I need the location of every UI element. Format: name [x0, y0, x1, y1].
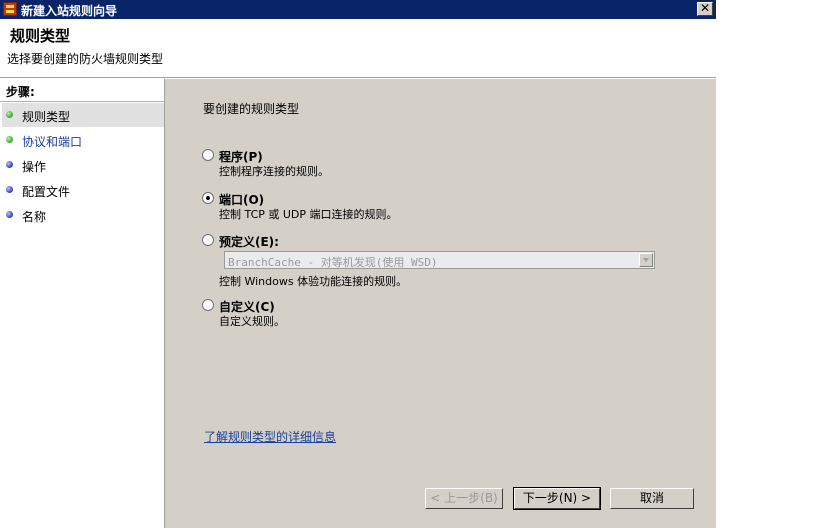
firewall-icon — [3, 2, 17, 16]
option-description: 控制 TCP 或 UDP 端口连接的规则。 — [219, 208, 398, 221]
step-profile: 配置文件 — [2, 178, 164, 202]
option-description: 自定义规则。 — [219, 315, 285, 328]
step-current-icon — [6, 111, 13, 118]
predefined-select-value: BranchCache - 对等机发现(使用 WSD) — [228, 256, 438, 269]
predefined-radio[interactable] — [202, 234, 214, 246]
wizard-header: 规则类型 选择要创建的防火墙规则类型 — [0, 19, 716, 78]
page-subtitle: 选择要创建的防火墙规则类型 — [7, 52, 164, 66]
steps-heading: 步骤: — [6, 85, 35, 99]
step-label: 协议和端口 — [22, 135, 83, 149]
chevron-down-icon[interactable] — [639, 253, 653, 267]
step-pending-icon — [6, 161, 13, 168]
step-label: 操作 — [22, 160, 47, 174]
step-pending-icon — [6, 186, 13, 193]
step-label: 名称 — [22, 210, 47, 224]
next-button[interactable]: 下一步(N) > — [513, 487, 601, 510]
back-button[interactable]: < 上一步(B) — [425, 488, 503, 509]
option-description: 控制 Windows 体验功能连接的规则。 — [219, 275, 408, 288]
step-protocol-ports[interactable]: 协议和端口 — [2, 128, 164, 152]
page-title: 规则类型 — [10, 27, 71, 45]
step-next-icon — [6, 136, 13, 143]
title-bar: 新建入站规则向导 ✕ — [0, 0, 716, 19]
cancel-button[interactable]: 取消 — [610, 488, 694, 509]
step-label: 规则类型 — [22, 110, 71, 124]
steps-sidebar: 步骤: 规则类型 协议和端口 操作 配置文件 名称 — [0, 79, 165, 528]
step-rule-type: 规则类型 — [2, 103, 164, 127]
window-title: 新建入站规则向导 — [21, 4, 118, 18]
wizard-content: 要创建的规则类型 程序(P) 控制程序连接的规则。 端口(O) 控制 TCP 或… — [165, 79, 716, 528]
step-name: 名称 — [2, 203, 164, 227]
close-button[interactable]: ✕ — [697, 2, 713, 16]
steps-divider — [0, 101, 164, 102]
wizard-window: 新建入站规则向导 ✕ 规则类型 选择要创建的防火墙规则类型 步骤: 规则类型 协… — [0, 0, 716, 528]
step-label: 配置文件 — [22, 185, 71, 199]
close-icon: ✕ — [699, 1, 711, 15]
learn-more-link[interactable]: 了解规则类型的详细信息 — [204, 428, 336, 445]
predefined-select[interactable]: BranchCache - 对等机发现(使用 WSD) — [224, 251, 655, 269]
option-description: 控制程序连接的规则。 — [219, 165, 329, 178]
port-radio[interactable] — [202, 192, 214, 204]
option-label[interactable]: 预定义(E): — [219, 233, 279, 250]
rule-type-question: 要创建的规则类型 — [203, 102, 300, 116]
step-pending-icon — [6, 211, 13, 218]
custom-radio[interactable] — [202, 299, 214, 311]
program-radio[interactable] — [202, 149, 214, 161]
step-action: 操作 — [2, 153, 164, 177]
